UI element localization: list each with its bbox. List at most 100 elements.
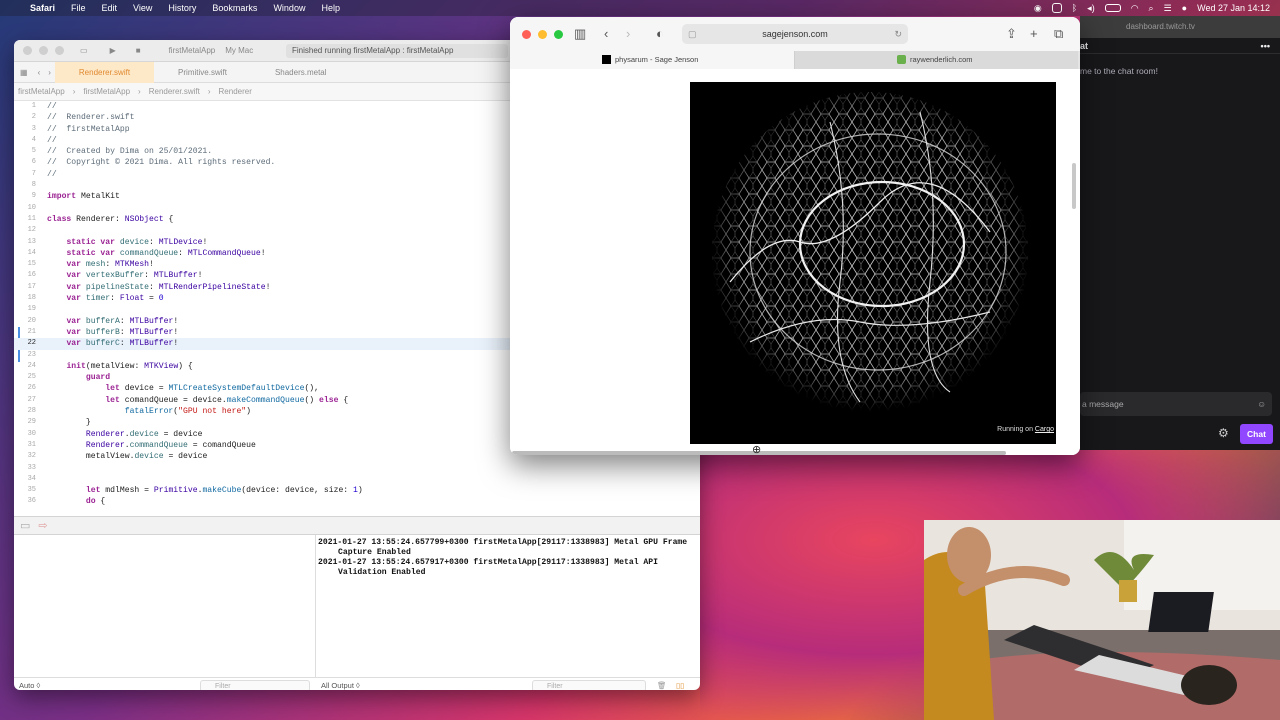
variables-filter-field[interactable]: Filter xyxy=(200,679,310,690)
chat-send-button[interactable]: Chat xyxy=(1240,424,1273,444)
back-icon[interactable]: ‹ xyxy=(34,68,45,77)
safari-window: ▥ ‹ › ◐ ▢ sagejenson.com ↻ ⇪ + ⧉ physaru… xyxy=(510,17,1080,455)
menu-help[interactable]: Help xyxy=(321,3,340,13)
grid-icon[interactable]: ▦ xyxy=(14,68,34,77)
running-text: Running on xyxy=(997,426,1035,433)
new-tab-icon[interactable]: + xyxy=(1030,26,1038,41)
chat-input[interactable]: a message ☺ xyxy=(1080,392,1272,416)
hide-debug-area-icon[interactable]: ▭ xyxy=(20,519,30,532)
variables-view[interactable] xyxy=(14,535,316,677)
menu-window[interactable]: Window xyxy=(273,3,305,13)
console-filter-field[interactable]: Filter xyxy=(532,679,646,690)
sidebar-icon[interactable]: ▥ xyxy=(574,26,586,42)
chat-title: at xyxy=(1080,41,1089,51)
address-bar[interactable]: ▢ sagejenson.com ↻ xyxy=(682,24,908,44)
console-output[interactable]: 2021-01-27 13:55:24.657799+0300 firstMet… xyxy=(316,535,700,677)
menu-history[interactable]: History xyxy=(168,3,196,13)
window-controls xyxy=(510,29,580,39)
share-icon[interactable]: ⇪ xyxy=(1006,26,1017,42)
tab-renderer[interactable]: Renderer.swift xyxy=(54,61,155,83)
crumb-folder[interactable]: firstMetalApp xyxy=(83,87,130,96)
crumb-file[interactable]: Renderer.swift xyxy=(149,87,200,96)
status-menus: ◉ ᛒ ◂) ◠ ⌕ ☰ ● Wed 27 Jan 14:12 xyxy=(1034,3,1280,14)
window-controls xyxy=(14,46,74,55)
output-selector[interactable]: All Output ◊ xyxy=(321,681,360,690)
console-line: 2021-01-27 13:55:24.657799+0300 firstMet… xyxy=(318,538,688,557)
zoom-button[interactable] xyxy=(554,29,563,39)
webcam-scene xyxy=(924,520,1280,720)
slime-network-image xyxy=(690,82,1056,444)
volume-icon[interactable]: ◂) xyxy=(1087,3,1095,14)
crumb-project[interactable]: firstMetalApp xyxy=(18,87,65,96)
reload-icon[interactable]: ↻ xyxy=(894,24,902,44)
activity-status: Finished running firstMetalApp : firstMe… xyxy=(286,44,508,58)
debug-area: 2021-01-27 13:55:24.657799+0300 firstMet… xyxy=(14,535,700,677)
close-button[interactable] xyxy=(522,29,531,39)
tab-overview-icon[interactable]: ⧉ xyxy=(1054,26,1063,42)
sidebar-toggle-icon[interactable]: ▭ xyxy=(80,46,88,55)
tab-raywenderlich[interactable]: raywenderlich.com xyxy=(794,51,1078,69)
split-view-icon[interactable]: ▯▯ xyxy=(676,681,684,690)
menu-view[interactable]: View xyxy=(133,3,152,13)
siri-icon[interactable]: ● xyxy=(1182,3,1187,13)
forward-icon[interactable]: › xyxy=(626,26,630,41)
raywenderlich-favicon xyxy=(897,55,906,64)
console-line: 2021-01-27 13:55:24.657917+0300 firstMet… xyxy=(318,558,658,577)
crumb-symbol[interactable]: Renderer xyxy=(219,87,252,96)
cargo-link[interactable]: Cargo xyxy=(1035,426,1054,433)
menu-bar: Safari File Edit View History Bookmarks … xyxy=(0,0,1280,16)
stop-icon[interactable]: ■ xyxy=(136,46,141,55)
safari-tabs: physarum - Sage Jenson raywenderlich.com xyxy=(510,51,1080,69)
web-content[interactable]: Running on Cargo ⊕ xyxy=(510,69,1080,455)
chat-input-placeholder: a message xyxy=(1082,399,1124,409)
privacy-shield-icon[interactable]: ◐ xyxy=(656,26,664,41)
trash-icon[interactable]: 🗑 xyxy=(657,681,667,690)
emote-icon[interactable]: ☺ xyxy=(1257,392,1266,416)
minimize-button[interactable] xyxy=(538,29,547,39)
twitch-tab-bar: dashboard.twitch.tv xyxy=(1080,16,1280,38)
control-center-icon[interactable]: ☰ xyxy=(1164,3,1172,14)
tab-primitive[interactable]: Primitive.swift xyxy=(154,62,251,83)
twitch-chat-panel: at ••• me to the chat room! a message ☺ … xyxy=(1080,38,1280,450)
battery-icon[interactable] xyxy=(1104,4,1121,12)
destination-selector[interactable]: My Mac xyxy=(225,46,253,55)
menu-bookmarks[interactable]: Bookmarks xyxy=(212,3,257,13)
vpn-icon[interactable]: ◉ xyxy=(1034,3,1042,14)
wifi-icon[interactable]: ◠ xyxy=(1131,3,1139,14)
black-square-favicon xyxy=(602,55,611,64)
back-icon[interactable]: ‹ xyxy=(604,26,608,41)
search-icon[interactable]: ⌕ xyxy=(1149,3,1154,14)
menu-edit[interactable]: Edit xyxy=(102,3,118,13)
vertical-scrollbar[interactable] xyxy=(1072,163,1076,209)
tab-title: physarum - Sage Jenson xyxy=(615,55,699,64)
clock[interactable]: Wed 27 Jan 14:12 xyxy=(1197,3,1270,13)
run-icon[interactable]: ▶ xyxy=(110,46,116,55)
forward-icon[interactable]: › xyxy=(44,68,55,77)
menu-app-name[interactable]: Safari xyxy=(30,3,55,13)
page-icon: ▢ xyxy=(688,29,697,39)
minimize-button[interactable] xyxy=(39,46,48,55)
debug-bar: ▭ ⇨ xyxy=(14,516,700,535)
menu-items: Safari File Edit View History Bookmarks … xyxy=(30,3,356,13)
auto-selector[interactable]: Auto ◊ xyxy=(19,681,40,690)
cargo-credit: Running on Cargo xyxy=(997,426,1054,433)
close-button[interactable] xyxy=(23,46,32,55)
breakpoints-icon[interactable]: ⇨ xyxy=(38,519,47,532)
tab-physarum[interactable]: physarum - Sage Jenson xyxy=(510,51,794,69)
webcam-overlay xyxy=(924,520,1280,720)
more-icon[interactable]: ••• xyxy=(1261,38,1270,54)
url-text: sagejenson.com xyxy=(762,29,828,39)
tab-shaders[interactable]: Shaders.metal xyxy=(251,62,351,83)
zoom-cursor-icon: ⊕ xyxy=(752,444,762,455)
safari-toolbar: ▥ ‹ › ◐ ▢ sagejenson.com ↻ ⇪ + ⧉ xyxy=(510,17,1080,51)
debug-footer: Auto ◊ Filter All Output ◊ Filter 🗑 ▯▯ xyxy=(14,677,700,690)
scheme-selector[interactable]: firstMetalApp xyxy=(169,46,216,55)
share-icon[interactable] xyxy=(1051,3,1062,13)
twitch-url[interactable]: dashboard.twitch.tv xyxy=(1126,22,1195,31)
settings-gear-icon[interactable]: ⚙ xyxy=(1218,426,1229,440)
physarum-simulation-canvas[interactable]: Running on Cargo xyxy=(690,82,1056,444)
bluetooth-icon[interactable]: ᛒ xyxy=(1072,3,1077,13)
zoom-button[interactable] xyxy=(55,46,64,55)
menu-file[interactable]: File xyxy=(71,3,86,13)
tab-title: raywenderlich.com xyxy=(910,55,973,64)
